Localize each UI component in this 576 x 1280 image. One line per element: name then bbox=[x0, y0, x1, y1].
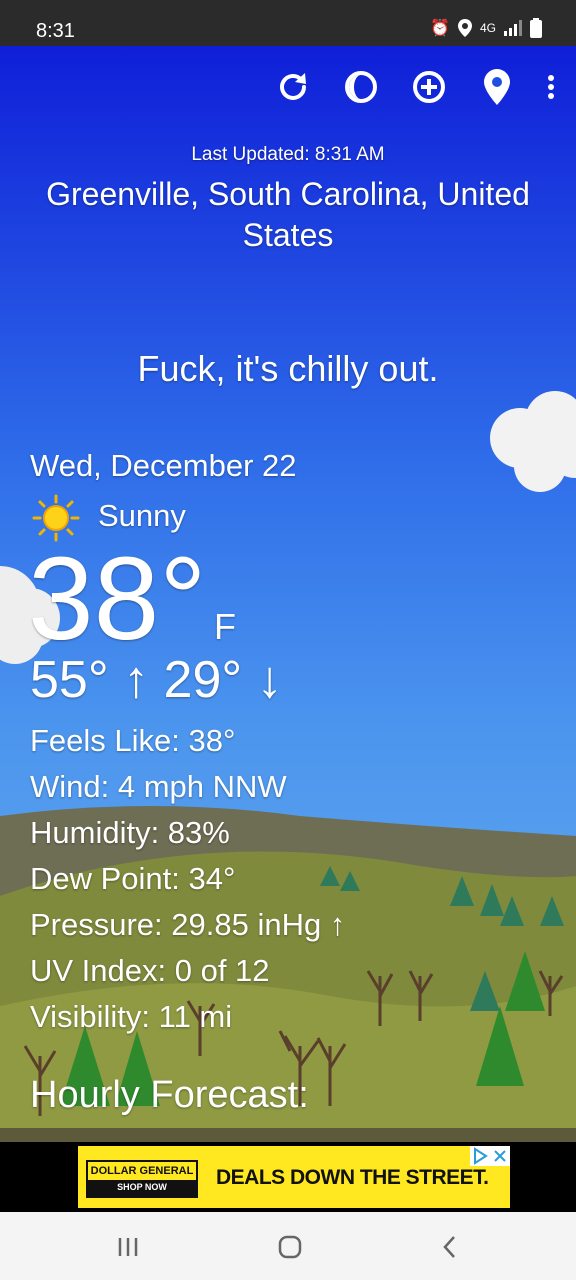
ad-choices[interactable] bbox=[470, 1146, 510, 1166]
ad-banner[interactable]: DOLLAR GENERAL SHOP NOW DEALS DOWN THE S… bbox=[0, 1142, 576, 1212]
status-bar: 8:31 ⏰ 4G bbox=[0, 0, 576, 46]
weather-quip: Fuck, it's chilly out. bbox=[137, 348, 439, 389]
weather-details: Feels Like: 38° Wind: 4 mph NNW Humidity… bbox=[30, 718, 345, 1040]
system-navigation-bar bbox=[0, 1212, 576, 1280]
ad-info-icon bbox=[474, 1147, 488, 1165]
wind: Wind: 4 mph NNW bbox=[30, 769, 287, 804]
toolbar bbox=[274, 68, 556, 106]
ad-shop-now[interactable]: SHOP NOW bbox=[86, 1182, 198, 1192]
feels-like: Feels Like: 38° bbox=[30, 723, 236, 758]
theme-icon bbox=[345, 71, 377, 103]
refresh-button[interactable] bbox=[274, 68, 312, 106]
hourly-forecast-heading: Hourly Forecast: bbox=[30, 1074, 309, 1116]
network-type: 4G bbox=[479, 21, 496, 35]
last-updated: Last Updated: 8:31 AM bbox=[191, 144, 385, 165]
dew-point: Dew Point: 34° bbox=[30, 861, 236, 896]
uv-index: UV Index: 0 of 12 bbox=[30, 953, 270, 988]
location-status-icon bbox=[457, 19, 472, 37]
theme-button[interactable] bbox=[342, 68, 380, 106]
ad-brand-logo: DOLLAR GENERAL SHOP NOW bbox=[86, 1160, 198, 1198]
signal-icon bbox=[504, 20, 522, 36]
status-icons: ⏰ 4G bbox=[430, 18, 542, 38]
condition-text: Sunny bbox=[98, 498, 186, 533]
location-name: Greenville, South Carolina, United State… bbox=[46, 176, 530, 253]
current-temperature: 38° bbox=[28, 533, 207, 665]
back-icon bbox=[443, 1236, 455, 1258]
battery-icon bbox=[530, 18, 542, 38]
pressure: Pressure: 29.85 inHg ↑ bbox=[30, 907, 346, 942]
home-button[interactable] bbox=[270, 1232, 310, 1262]
refresh-icon bbox=[280, 73, 306, 100]
ad-close-icon[interactable] bbox=[490, 1146, 510, 1166]
home-icon bbox=[278, 1235, 302, 1259]
humidity: Humidity: 83% bbox=[30, 815, 230, 850]
back-button[interactable] bbox=[430, 1232, 470, 1262]
status-time: 8:31 bbox=[36, 20, 75, 42]
cloud-right bbox=[490, 391, 576, 492]
location-button[interactable] bbox=[478, 68, 516, 106]
visibility: Visibility: 11 mi bbox=[30, 999, 233, 1034]
location-pin-icon bbox=[484, 69, 510, 105]
ad-content[interactable]: DOLLAR GENERAL SHOP NOW DEALS DOWN THE S… bbox=[78, 1146, 510, 1208]
alarm-icon: ⏰ bbox=[430, 20, 450, 37]
add-location-button[interactable] bbox=[410, 68, 448, 106]
ad-headline: DEALS DOWN THE STREET. bbox=[216, 1166, 489, 1189]
add-location-icon bbox=[413, 71, 445, 103]
ad-brand-name: DOLLAR GENERAL bbox=[88, 1162, 196, 1180]
temperature-unit: F bbox=[214, 606, 236, 647]
recent-apps-button[interactable] bbox=[108, 1232, 148, 1262]
more-vert-icon bbox=[548, 75, 554, 99]
recent-apps-icon bbox=[118, 1238, 138, 1256]
high-low-temperature: 55° ↑ 29° ↓ bbox=[30, 651, 283, 709]
current-date: Wed, December 22 bbox=[30, 448, 297, 483]
weather-screen: Last Updated: 8:31 AM Greenville, South … bbox=[0, 46, 576, 1142]
more-options-button[interactable] bbox=[546, 68, 556, 106]
